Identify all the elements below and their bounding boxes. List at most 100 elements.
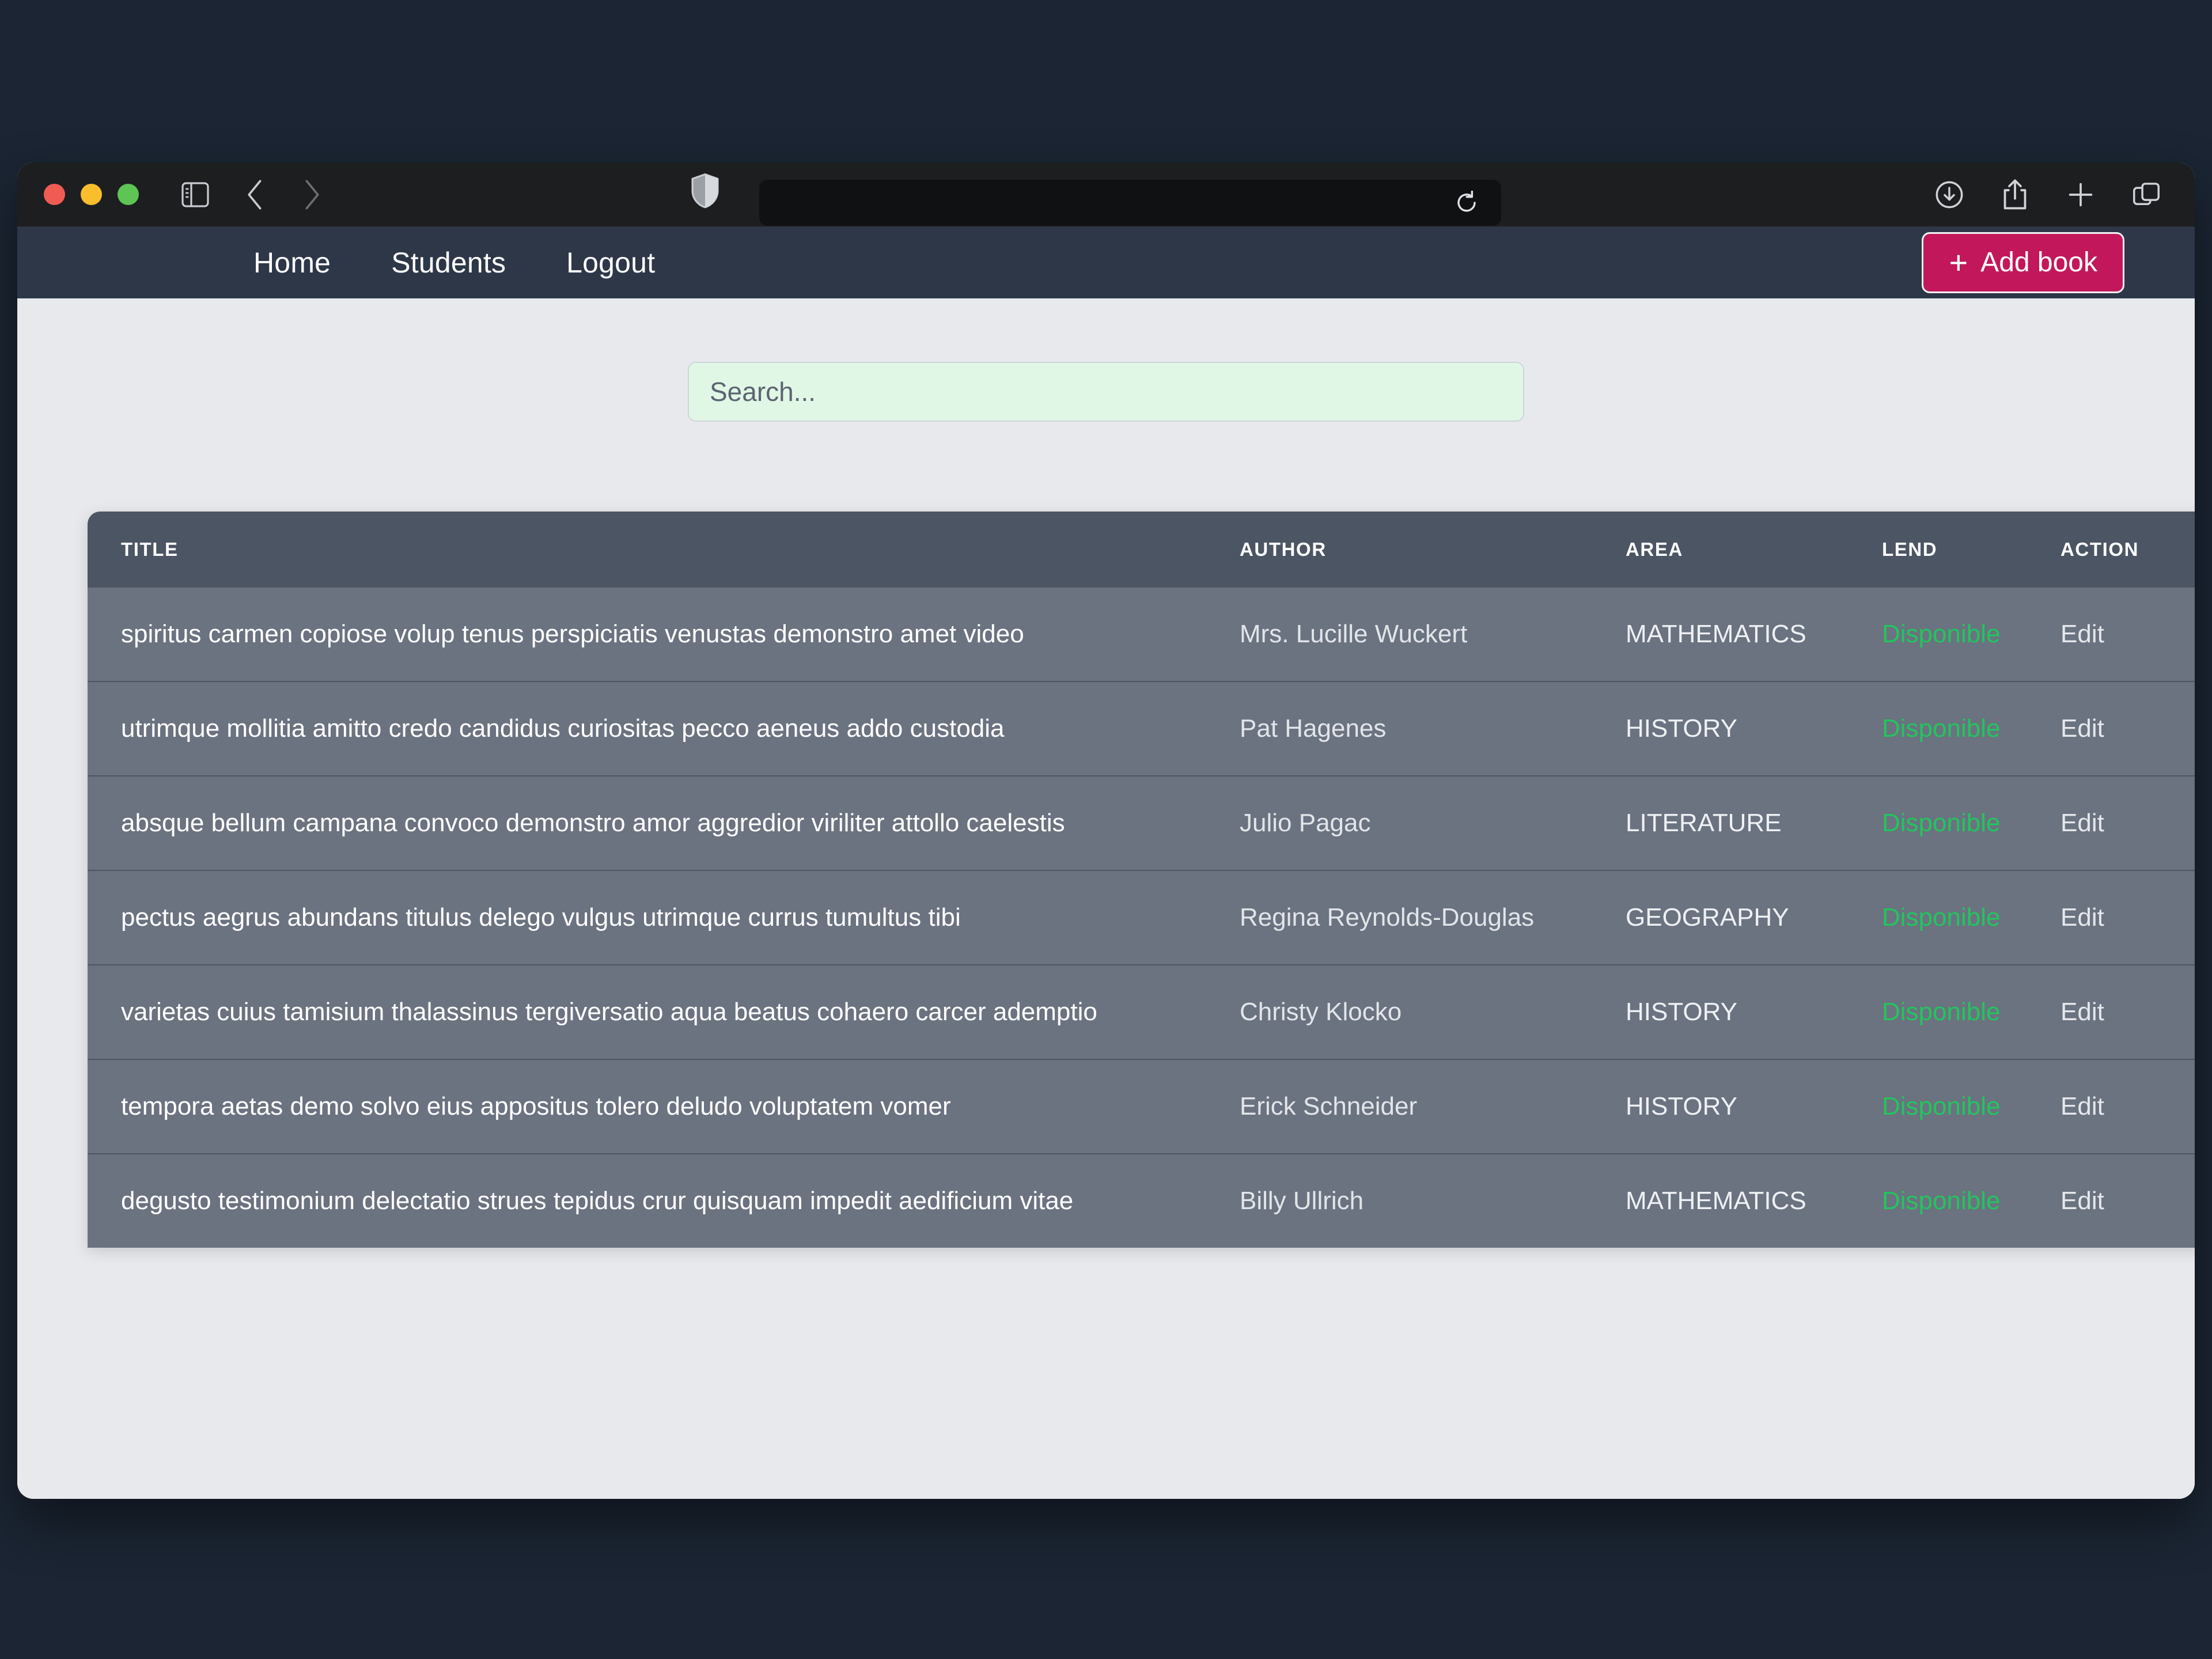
lend-status-badge: Disponible [1882,1059,2061,1154]
column-header-action: ACTION [2061,539,2139,560]
sidebar-toggle-icon[interactable] [173,173,217,217]
cell-title-text: tempora aetas demo solvo eius appositus … [121,1092,951,1120]
cell-area-text: MATHEMATICS [1626,620,1806,648]
cell-author-text: Regina Reynolds-Douglas [1240,903,1535,931]
search-area [17,298,2195,422]
edit-link: Edit [2061,588,2195,681]
nav-link-home[interactable]: Home [253,246,331,279]
forward-arrow-icon[interactable] [290,173,334,217]
cell-author-text: Christy Klocko [1240,998,1402,1026]
table-header-row: TITLE AUTHOR AREA LEND ACTION [88,512,2195,588]
browser-window: Home Students Logout + Add book TITLE AU… [17,162,2195,1499]
edit-link-text[interactable]: Edit [2061,1187,2104,1215]
navigation-arrows [233,173,334,217]
close-window-dot[interactable] [44,184,65,205]
edit-link: Edit [2061,965,2195,1059]
lend-status-badge-text: Disponible [1882,998,2001,1026]
cell-title: pectus aegrus abundans titulus delego vu… [88,870,1240,965]
cell-area: MATHEMATICS [1626,588,1882,681]
privacy-shield-icon[interactable] [690,173,720,211]
table-row: varietas cuius tamisium thalassinus terg… [88,965,2195,1059]
cell-area: HISTORY [1626,965,1882,1059]
nav-link-students[interactable]: Students [391,246,506,279]
edit-link-text[interactable]: Edit [2061,620,2104,648]
reload-icon[interactable] [1445,181,1488,225]
edit-link-text[interactable]: Edit [2061,998,2104,1026]
edit-link: Edit [2061,681,2195,776]
site-navbar: Home Students Logout + Add book [17,227,2195,298]
nav-link-logout[interactable]: Logout [566,246,655,279]
column-header-area: AREA [1626,539,1683,560]
cell-title-text: spiritus carmen copiose volup tenus pers… [121,620,1024,648]
add-book-label: Add book [1980,247,2097,278]
lend-status-badge: Disponible [1882,776,2061,870]
edit-link-text[interactable]: Edit [2061,809,2104,837]
plus-icon: + [1949,244,1968,281]
zoom-window-dot[interactable] [118,184,139,205]
cell-area-text: MATHEMATICS [1626,1187,1806,1215]
cell-title: utrimque mollitia amitto credo candidus … [88,681,1240,776]
cell-area-text: HISTORY [1626,1092,1737,1120]
column-header-author: AUTHOR [1240,539,1327,560]
edit-link-text[interactable]: Edit [2061,1092,2104,1120]
edit-link-text[interactable]: Edit [2061,903,2104,931]
cell-author: Pat Hagenes [1240,681,1626,776]
cell-author: Erick Schneider [1240,1059,1626,1154]
lend-status-badge: Disponible [1882,965,2061,1059]
edit-link-text[interactable]: Edit [2061,714,2104,743]
add-book-button[interactable]: + Add book [1922,232,2124,293]
cell-area: HISTORY [1626,681,1882,776]
cell-area: HISTORY [1626,1059,1882,1154]
edit-link: Edit [2061,870,2195,965]
table-head: TITLE AUTHOR AREA LEND ACTION [88,512,2195,588]
share-icon[interactable] [1993,173,2037,217]
edit-link: Edit [2061,1154,2195,1248]
cell-area-text: GEOGRAPHY [1626,903,1789,931]
cell-title-text: pectus aegrus abundans titulus delego vu… [121,903,961,931]
cell-author-text: Pat Hagenes [1240,714,1387,743]
cell-area-text: LITERATURE [1626,809,1782,837]
cell-title: degusto testimonium delectatio strues te… [88,1154,1240,1248]
back-arrow-icon[interactable] [233,173,277,217]
cell-author: Mrs. Lucille Wuckert [1240,588,1626,681]
downloads-icon[interactable] [1927,173,1971,217]
lend-status-badge-text: Disponible [1882,809,2001,837]
cell-area-text: HISTORY [1626,998,1737,1026]
edit-link: Edit [2061,1059,2195,1154]
cell-author: Regina Reynolds-Douglas [1240,870,1626,965]
lend-status-badge-text: Disponible [1882,714,2001,743]
cell-title-text: degusto testimonium delectatio strues te… [121,1187,1074,1215]
table-body: spiritus carmen copiose volup tenus pers… [88,588,2195,1248]
cell-author: Christy Klocko [1240,965,1626,1059]
column-header-lend: LEND [1882,539,1938,560]
cell-title-text: varietas cuius tamisium thalassinus terg… [121,998,1097,1026]
cell-area: MATHEMATICS [1626,1154,1882,1248]
minimize-window-dot[interactable] [81,184,102,205]
new-tab-plus-icon[interactable] [2059,173,2103,217]
cell-author: Billy Ullrich [1240,1154,1626,1248]
table-row: pectus aegrus abundans titulus delego vu… [88,870,2195,965]
cell-title-text: utrimque mollitia amitto credo candidus … [121,714,1005,743]
cell-title: tempora aetas demo solvo eius appositus … [88,1059,1240,1154]
table-row: spiritus carmen copiose volup tenus pers… [88,588,2195,681]
toolbar-right-actions [1927,173,2168,217]
books-table-card: TITLE AUTHOR AREA LEND ACTION spiritus c… [88,512,2195,1248]
cell-author-text: Julio Pagac [1240,809,1371,837]
cell-author-text: Mrs. Lucille Wuckert [1240,620,1468,648]
lend-status-badge-text: Disponible [1882,1187,2001,1215]
edit-link: Edit [2061,776,2195,870]
table-row: degusto testimonium delectatio strues te… [88,1154,2195,1248]
lend-status-badge: Disponible [1882,681,2061,776]
books-table: TITLE AUTHOR AREA LEND ACTION spiritus c… [88,512,2195,1248]
browser-toolbar [17,162,2195,227]
search-input[interactable] [688,362,1524,422]
cell-title-text: absque bellum campana convoco demonstro … [121,809,1065,837]
cell-area-text: HISTORY [1626,714,1737,743]
page-body: TITLE AUTHOR AREA LEND ACTION spiritus c… [17,298,2195,1499]
table-row: absque bellum campana convoco demonstro … [88,776,2195,870]
table-row: utrimque mollitia amitto credo candidus … [88,681,2195,776]
nav-links: Home Students Logout [253,246,655,279]
url-bar[interactable] [759,180,1501,226]
tab-overview-icon[interactable] [2124,173,2168,217]
cell-area: GEOGRAPHY [1626,870,1882,965]
